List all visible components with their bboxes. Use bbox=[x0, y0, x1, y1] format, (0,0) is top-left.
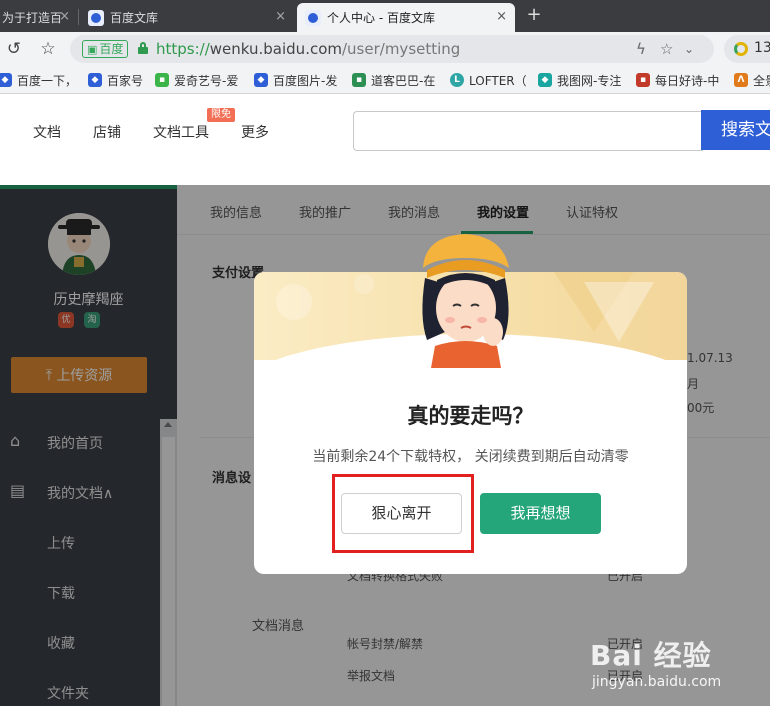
bookmark-label: 全景 bbox=[753, 73, 770, 88]
bookmark-label: LOFTER（ bbox=[469, 73, 527, 88]
browser-tab-1[interactable]: 为于打造百 × bbox=[0, 3, 76, 32]
watermark-url: jingyan.baidu.com bbox=[592, 674, 722, 690]
nav-shops[interactable]: 店铺 bbox=[93, 122, 121, 142]
nav-doc-tools[interactable]: 文档工具 bbox=[153, 122, 209, 142]
iqiyi-icon: ▪ bbox=[155, 73, 169, 87]
browser-tab-bar: 为于打造百 × 百度文库 × 个人中心 - 百度文库 × + bbox=[0, 0, 770, 32]
extension-ring-icon bbox=[734, 42, 748, 56]
extension-button[interactable]: 13 bbox=[724, 35, 770, 63]
new-tab-icon[interactable]: + bbox=[524, 4, 544, 25]
limited-free-badge: 限免 bbox=[207, 108, 235, 122]
bookmark-label: 百家号 bbox=[107, 73, 144, 88]
site-header: 文档 店铺 文档工具 限免 更多 搜索文 bbox=[0, 94, 770, 184]
bookmark-label: 爱奇艺号-爱 bbox=[174, 73, 239, 88]
bookmark-label: 道客巴巴-在 bbox=[371, 73, 436, 88]
browser-tab-3[interactable]: 个人中心 - 百度文库 × bbox=[297, 3, 515, 32]
certificate-label: 百度 bbox=[99, 42, 124, 56]
url-text[interactable]: https://wenku.baidu.com/user/mysetting bbox=[156, 40, 460, 58]
bookmark-label: 每日好诗-中 bbox=[655, 73, 720, 88]
bookmark-item[interactable]: L LOFTER（ bbox=[450, 71, 527, 89]
tab-1-title: 为于打造百 bbox=[2, 11, 63, 25]
bookmark-star-icon[interactable]: ☆ bbox=[660, 40, 673, 58]
watermark-brand: Bai 经验 bbox=[590, 639, 712, 672]
bookmark-label: 我图网-专注 bbox=[557, 73, 622, 88]
dialog-description: 当前剩余24个下载特权， 关闭续费到期后自动清零 bbox=[312, 449, 629, 465]
lofter-icon: L bbox=[450, 73, 464, 87]
url-scheme: https:// bbox=[156, 40, 210, 58]
sad-girl-illustration bbox=[405, 228, 525, 368]
certificate-badge[interactable]: ▣ 百度 bbox=[82, 40, 129, 58]
bookmark-item[interactable]: ▪ 爱奇艺号-爱 bbox=[155, 71, 238, 89]
lock-icon bbox=[138, 42, 148, 54]
browser-tab-2[interactable]: 百度文库 × bbox=[80, 3, 294, 32]
tab-3-close-icon[interactable]: × bbox=[496, 9, 507, 24]
nav-more[interactable]: 更多 bbox=[241, 122, 269, 142]
bookmark-item[interactable]: ◆ 百度图片-发 bbox=[254, 71, 337, 89]
lightning-icon[interactable]: ϟ bbox=[636, 40, 646, 58]
bookmarks-bar: ◆ 百度一下， ◆ 百家号 ▪ 爱奇艺号-爱 ◆ 百度图片-发 ▪ 道客巴巴-在 L LOF… bbox=[0, 66, 770, 94]
bookmark-label: 百度图片-发 bbox=[273, 73, 338, 88]
highlight-annotation-box bbox=[332, 474, 474, 553]
bookmark-item[interactable]: ◆ 百度一下， bbox=[0, 71, 77, 89]
quanjing-icon: Λ bbox=[734, 73, 748, 87]
bookmark-item[interactable]: ◆ 百家号 bbox=[88, 71, 143, 89]
bookmark-item[interactable]: ▪ 道客巴巴-在 bbox=[352, 71, 435, 89]
bookmark-label: 百度一下， bbox=[17, 73, 78, 88]
url-path: /user/mysetting bbox=[342, 40, 461, 58]
search-input[interactable] bbox=[353, 111, 703, 151]
reconsider-button[interactable]: 我再想想 bbox=[480, 493, 601, 534]
baidu-paw-icon: ◆ bbox=[254, 73, 268, 87]
address-bar[interactable]: ▣ 百度 https://wenku.baidu.com/user/mysetti… bbox=[70, 35, 714, 63]
certificate-icon: ▣ bbox=[87, 43, 98, 56]
nav-documents[interactable]: 文档 bbox=[33, 122, 61, 142]
url-host: wenku.baidu.com bbox=[209, 40, 342, 58]
baidu-paw-icon: ◆ bbox=[88, 73, 102, 87]
tab-2-close-icon[interactable]: × bbox=[275, 9, 286, 24]
baidu-paw-icon bbox=[305, 9, 321, 26]
doc88-icon: ▪ bbox=[352, 73, 366, 87]
reload-icon[interactable]: ↺ bbox=[4, 39, 24, 59]
browser-toolbar: ↺ ☆ ▣ 百度 https://wenku.baidu.com/user/mys… bbox=[0, 32, 770, 66]
baidu-paw-icon bbox=[88, 9, 104, 26]
bookmark-item[interactable]: ▪ 每日好诗-中 bbox=[636, 71, 719, 89]
poem-icon: ▪ bbox=[636, 73, 650, 87]
baidu-jingyan-watermark: Bai 经验 jingyan.baidu.com bbox=[590, 622, 770, 706]
extension-count: 13 bbox=[754, 40, 770, 56]
ooopic-icon: ◆ bbox=[538, 73, 552, 87]
tab-3-title: 个人中心 - 百度文库 bbox=[327, 11, 435, 25]
star-icon[interactable]: ☆ bbox=[38, 39, 58, 59]
dialog-title: 真的要走吗？ bbox=[407, 404, 534, 428]
bookmark-item[interactable]: ◆ 我图网-专注 bbox=[538, 71, 621, 89]
chevron-down-icon[interactable]: ⌄ bbox=[684, 42, 694, 56]
tab-1-close-icon[interactable]: × bbox=[59, 9, 70, 24]
bookmark-item[interactable]: Λ 全景 bbox=[734, 71, 770, 89]
baidu-paw-icon: ◆ bbox=[0, 73, 12, 87]
search-button[interactable]: 搜索文 bbox=[701, 110, 770, 150]
tab-2-title: 百度文库 bbox=[110, 11, 159, 25]
